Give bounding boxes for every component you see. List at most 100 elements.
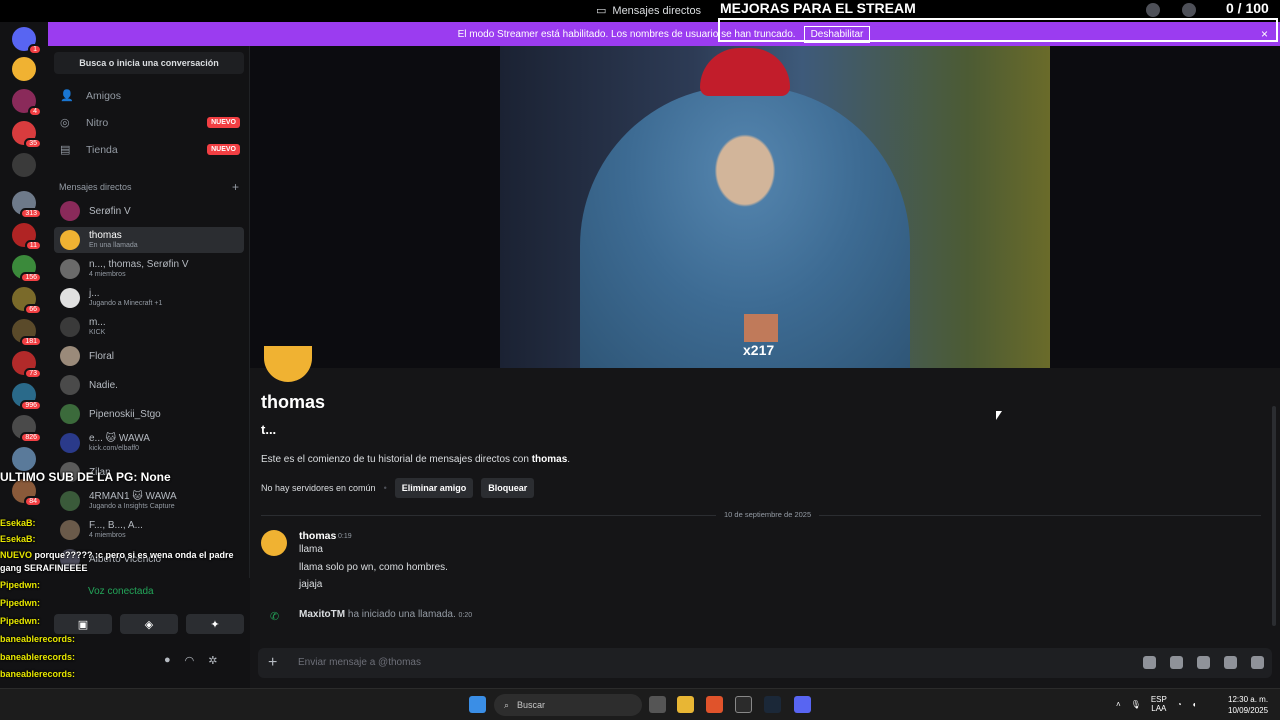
server-icon[interactable] xyxy=(12,57,36,81)
server-icon[interactable]: 66 xyxy=(12,287,42,315)
overlay-chat-line: EsekaB: xyxy=(0,518,36,528)
voice-status: Voz conectada xyxy=(88,586,154,597)
server-icon[interactable] xyxy=(12,153,36,177)
mention-badge: 73 xyxy=(24,368,42,379)
server-icon[interactable]: 1 xyxy=(12,27,42,55)
mouse-cursor xyxy=(996,411,1002,420)
volume-icon[interactable]: ◖ xyxy=(1192,700,1197,709)
search-conversation-button[interactable]: Busca o inicia una conversación xyxy=(54,52,244,74)
dm-status: Jugando a Minecraft +1 xyxy=(89,300,163,307)
main-chat: x217 thomas t... Este es el comienzo de … xyxy=(250,46,1280,720)
server-icon[interactable]: 156 xyxy=(12,255,42,283)
remove-friend-button[interactable]: Eliminar amigo xyxy=(394,478,474,498)
mention-badge: 1 xyxy=(28,44,42,55)
microphone-tray-icon[interactable]: 🎙 xyxy=(1131,700,1141,709)
dm-name: n..., thomas, Serøfin V xyxy=(89,259,189,270)
dm-item[interactable]: 4RMAN1 🐱 WAWA Jugando a Insights Capture xyxy=(54,488,244,514)
dm-item[interactable]: Serøfin V xyxy=(54,198,244,224)
dm-name: 4RMAN1 🐱 WAWA xyxy=(89,491,177,502)
dm-header-label: Mensajes directos xyxy=(59,182,132,192)
mention-badge: 826 xyxy=(20,432,42,443)
stream-overlay-banner: MEJORAS PARA EL STREAM xyxy=(720,0,916,16)
server-icon[interactable]: 35 xyxy=(12,121,42,149)
overlay-chat-line: Pipedwn: xyxy=(0,616,40,626)
inbox-button-icon[interactable] xyxy=(1146,3,1160,17)
server-icon[interactable]: 73 xyxy=(12,351,42,379)
attach-plus-icon[interactable]: + xyxy=(268,654,277,672)
search-icon: ⌕ xyxy=(504,699,510,710)
nav-friends[interactable]: 👤 Amigos xyxy=(60,86,240,106)
server-icon[interactable]: 4 xyxy=(12,89,42,117)
nav-nitro-label: Nitro xyxy=(86,117,109,129)
profile-avatar[interactable] xyxy=(264,346,312,382)
block-button[interactable]: Bloquear xyxy=(481,478,535,498)
dm-name: Floral xyxy=(89,351,115,362)
taskbar-search-label: Buscar xyxy=(517,700,546,710)
dm-name: m... xyxy=(89,317,106,328)
apps-icon[interactable] xyxy=(1251,656,1264,669)
call-text: ha iniciado una llamada. xyxy=(345,609,456,620)
chevron-up-icon[interactable]: ˄ xyxy=(1116,700,1121,709)
gift-icon[interactable] xyxy=(1143,656,1156,669)
nav-shop[interactable]: ▤ Tienda NUEVO xyxy=(60,140,240,160)
overlay-chat-line: Pipedwn: xyxy=(0,598,40,608)
help-icon[interactable] xyxy=(1182,3,1196,17)
dm-item[interactable]: e... 🐱 WAWA kick.com/elbaff0 xyxy=(54,430,244,456)
overlay-chat-line: baneablerecords: xyxy=(0,652,75,662)
message-line: llama xyxy=(299,544,323,555)
taskbar: ⌕ Buscar ˄ 🎙 ESP LAA ◔ ◖ 12:30 a. m. 10/… xyxy=(0,688,1280,720)
avatar xyxy=(60,375,80,395)
server-icon[interactable]: 11 xyxy=(12,223,42,251)
screen-share-icon[interactable]: ▣ xyxy=(54,614,112,634)
server-icon[interactable] xyxy=(12,447,36,471)
dm-name: thomas xyxy=(89,230,122,241)
soundboard-icon[interactable]: ✦ xyxy=(186,614,244,634)
overlay-chat-line: baneablerecords: xyxy=(0,634,75,644)
server-icon[interactable]: 996 xyxy=(12,383,42,411)
emoji-icon[interactable] xyxy=(1224,656,1237,669)
dm-item[interactable]: Pipenoskii_Stgo xyxy=(54,401,244,427)
file-explorer-icon[interactable] xyxy=(677,696,694,713)
wifi-icon[interactable]: ◔ xyxy=(1177,700,1182,709)
discord-icon[interactable] xyxy=(794,696,811,713)
microphone-icon[interactable]: ● xyxy=(164,654,171,667)
brave-browser-icon[interactable] xyxy=(706,696,723,713)
server-icon[interactable]: 181 xyxy=(12,319,42,347)
chat-scrollbar[interactable] xyxy=(1272,406,1276,626)
nav-nitro[interactable]: ◎ Nitro NUEVO xyxy=(60,113,240,133)
dm-item[interactable]: thomas En una llamada xyxy=(54,227,244,253)
message-avatar[interactable] xyxy=(261,530,287,556)
message-input[interactable]: Enviar mensaje a @thomas xyxy=(298,657,421,668)
dm-item[interactable]: j... Jugando a Minecraft +1 xyxy=(54,285,244,311)
dm-item[interactable]: F..., B..., A... 4 miembros xyxy=(54,517,244,543)
clock[interactable]: 12:30 a. m. 10/09/2025 xyxy=(1228,694,1268,716)
last-sub-text: ULTIMO SUB DE LA PG: None xyxy=(0,470,171,484)
dm-item[interactable]: m... KICK xyxy=(54,314,244,340)
server-icon[interactable]: 826 xyxy=(12,415,42,443)
app-icon[interactable] xyxy=(735,696,752,713)
stream-emote xyxy=(744,314,778,342)
dm-item[interactable]: Nadie. xyxy=(54,372,244,398)
sticker-icon[interactable] xyxy=(1197,656,1210,669)
overlay-chat-text: porque????? :c pero si es wena onda el p… xyxy=(34,550,234,560)
mention-badge: 996 xyxy=(20,400,42,411)
dm-item[interactable]: Floral xyxy=(54,343,244,369)
call-author[interactable]: MaxitoTM xyxy=(299,609,345,620)
language-indicator[interactable]: ESP LAA xyxy=(1151,695,1167,713)
dm-item[interactable]: n..., thomas, Serøfin V4 miembros xyxy=(54,256,244,282)
gear-icon[interactable]: ✲ xyxy=(208,654,217,667)
user-controls: ● ◠ ✲ xyxy=(164,654,217,667)
activity-icon[interactable]: ◈ xyxy=(120,614,178,634)
message-composer[interactable]: + Enviar mensaje a @thomas xyxy=(258,648,1272,678)
profile-handle: t... xyxy=(261,422,277,437)
server-icon[interactable]: 313 xyxy=(12,191,42,219)
message-author[interactable]: thomas xyxy=(299,530,336,542)
start-icon[interactable] xyxy=(469,696,486,713)
gif-icon[interactable] xyxy=(1170,656,1183,669)
create-dm-icon[interactable]: + xyxy=(232,180,239,194)
steam-icon[interactable] xyxy=(764,696,781,713)
task-view-icon[interactable] xyxy=(649,696,666,713)
headphones-icon[interactable]: ◠ xyxy=(185,654,195,667)
taskbar-search[interactable]: ⌕ Buscar xyxy=(494,694,642,716)
lang-bottom: LAA xyxy=(1151,704,1167,713)
